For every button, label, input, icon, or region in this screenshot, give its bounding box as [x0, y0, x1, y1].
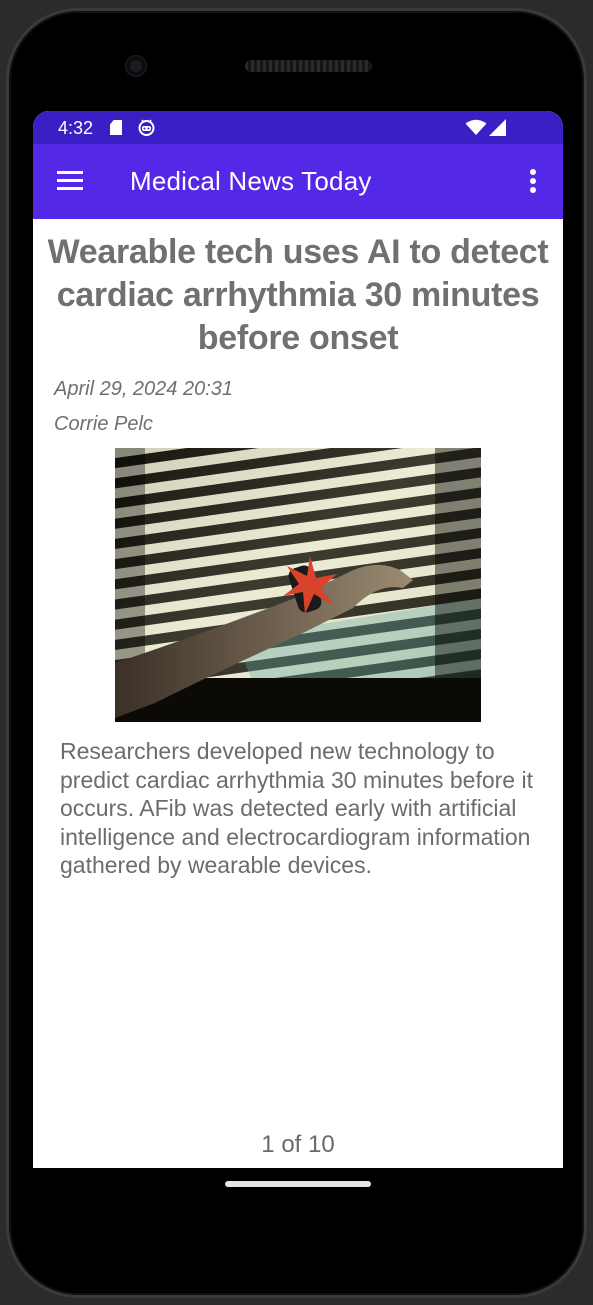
robot-icon: [138, 119, 155, 136]
app-title: Medical News Today: [130, 166, 372, 196]
front-camera: [126, 56, 146, 76]
earpiece-speaker: [245, 60, 372, 72]
status-bar: 4:32: [33, 111, 563, 144]
emulator-frame: 4:32 Medical News Today Wearable tech us…: [0, 0, 593, 1305]
signal-icon: [489, 119, 506, 136]
wifi-icon: [465, 119, 487, 135]
article-date: April 29, 2024 20:31: [54, 378, 234, 400]
phone-screen: 4:32 Medical News Today Wearable tech us…: [33, 111, 563, 1168]
page-indicator: 1 of 10: [261, 1131, 335, 1158]
hamburger-menu-icon[interactable]: [57, 169, 83, 191]
article-card[interactable]: Wearable tech uses AI to detect cardiac …: [33, 219, 563, 1168]
article-image: [115, 448, 481, 722]
app-bar: Medical News Today: [33, 144, 563, 219]
sd-card-icon: [110, 120, 122, 135]
article-title: Wearable tech uses AI to detect cardiac …: [47, 233, 549, 357]
home-gesture-bar[interactable]: [225, 1181, 371, 1187]
more-vert-icon[interactable]: [523, 167, 543, 197]
article-author: Corrie Pelc: [54, 413, 153, 435]
status-time: 4:32: [58, 118, 94, 138]
article-summary: Researchers developed new technology to …: [60, 738, 533, 878]
